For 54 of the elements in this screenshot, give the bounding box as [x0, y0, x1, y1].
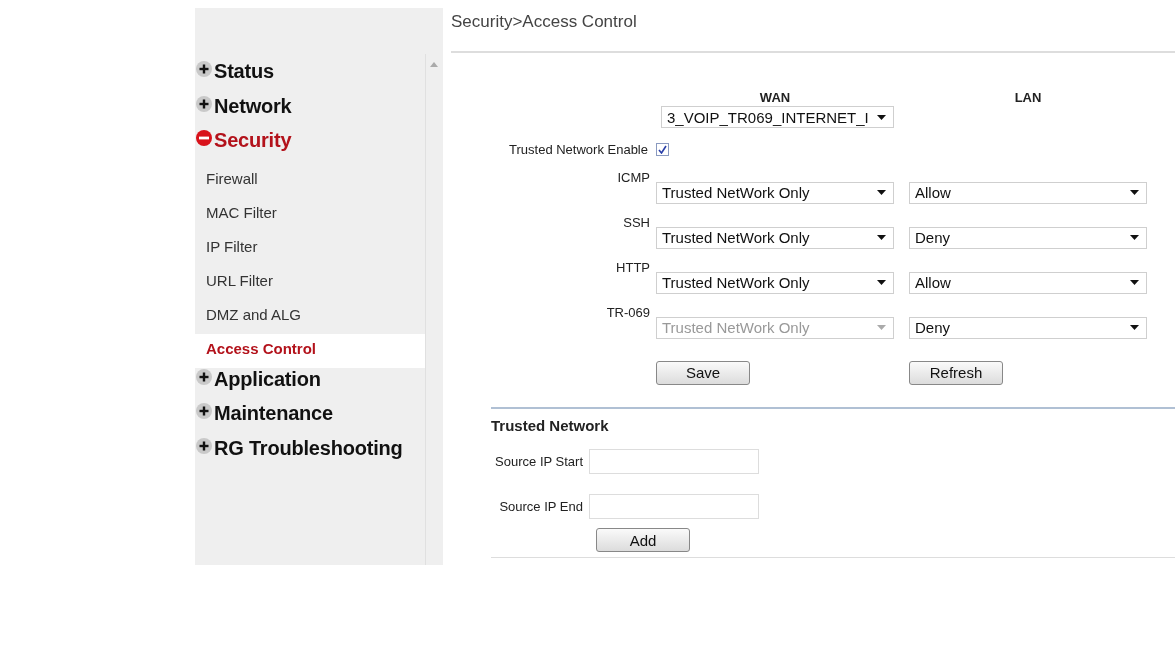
caret-icon: [1130, 235, 1139, 240]
field-label: ICMP: [616, 170, 651, 187]
plus-circle-icon: [195, 60, 213, 78]
scroll-up-icon: [430, 62, 438, 67]
wan-select[interactable]: Trusted NetWork Only: [656, 226, 894, 249]
menu-group[interactable]: Network: [195, 94, 425, 130]
column-header: LAN: [1013, 90, 1043, 106]
refresh-button[interactable]: Refresh: [909, 360, 1003, 385]
checkbox[interactable]: [656, 142, 669, 156]
plus-circle-icon: [195, 402, 213, 421]
caret-icon: [877, 325, 886, 330]
wan-select[interactable]: Trusted NetWork Only: [656, 271, 894, 294]
menu-group[interactable]: Security: [195, 129, 425, 164]
check-icon: [658, 144, 667, 154]
text-input[interactable]: [589, 493, 759, 519]
field-label: Trusted Network Enable: [508, 141, 649, 157]
column-header: WAN: [758, 90, 792, 106]
menu-group[interactable]: Application: [195, 367, 425, 403]
plus-circle-icon: [195, 94, 213, 113]
field-label: Source IP End: [498, 498, 584, 514]
lan-select[interactable]: Allow: [909, 181, 1147, 204]
field-label: SSH: [622, 215, 651, 232]
menu-item[interactable]: Access Control: [195, 333, 425, 368]
caret-icon: [1130, 325, 1139, 330]
menu-group[interactable]: Maintenance: [195, 402, 425, 437]
caret-icon: [877, 114, 886, 120]
menu-item[interactable]: IP Filter: [195, 231, 425, 266]
menu-item[interactable]: URL Filter: [195, 265, 425, 300]
save-button[interactable]: Save: [656, 360, 750, 385]
caret-icon: [877, 235, 886, 240]
plus-circle-icon: [195, 367, 213, 386]
caret-icon: [1130, 280, 1139, 285]
wan-select[interactable]: Trusted NetWork Only: [656, 181, 894, 204]
caret-icon: [877, 280, 886, 285]
lan-select[interactable]: Deny: [909, 316, 1147, 339]
field-label: HTTP: [615, 260, 651, 277]
add-button[interactable]: Add: [596, 528, 690, 552]
minus-circle-icon: [195, 129, 213, 148]
menu-group[interactable]: RG Troubleshooting: [195, 436, 425, 472]
lan-select[interactable]: Allow: [909, 271, 1147, 294]
lan-select[interactable]: Deny: [909, 226, 1147, 249]
section-title: Trusted Network: [491, 417, 610, 436]
caret-icon: [877, 190, 886, 195]
wan-select[interactable]: 3_VOIP_TR069_INTERNET_I: [661, 106, 894, 128]
text-input[interactable]: [589, 449, 759, 474]
menu-item[interactable]: Firewall: [195, 163, 425, 198]
menu-item[interactable]: MAC Filter: [195, 197, 425, 232]
menu-group[interactable]: Status: [195, 60, 425, 95]
plus-circle-icon: [195, 436, 213, 455]
field-label: Source IP Start: [494, 454, 584, 469]
field-label: TR-069: [605, 305, 651, 322]
caret-icon: [1130, 190, 1139, 195]
breadcrumb: Security>Access Control: [451, 0, 1175, 53]
menu-item[interactable]: DMZ and ALG: [195, 299, 425, 334]
